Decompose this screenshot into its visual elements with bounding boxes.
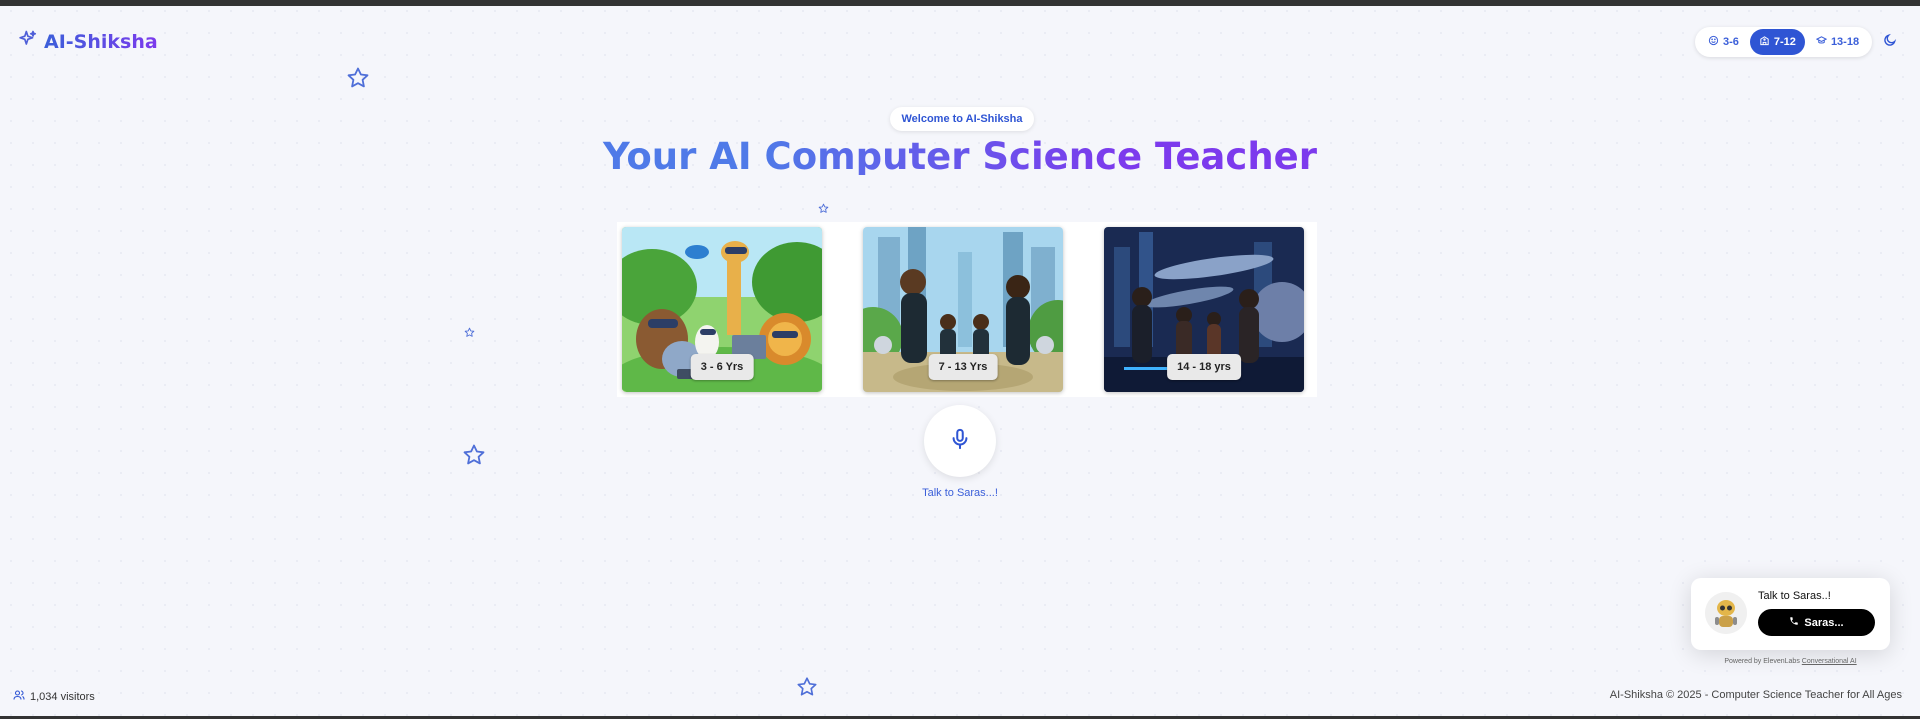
sparkles-icon (18, 29, 38, 54)
star-icon (462, 443, 486, 472)
age-filter-label: 13-18 (1830, 36, 1860, 48)
talk-mic-button[interactable] (924, 405, 996, 477)
star-icon (464, 325, 475, 343)
age-filter-label: 3-6 (1723, 36, 1739, 48)
star-icon (796, 676, 818, 703)
age-card-label: 7 - 13 Yrs (928, 354, 998, 380)
age-filter-13-18[interactable]: 13-18 (1807, 29, 1868, 55)
powered-prefix: Powered by ElevenLabs (1724, 658, 1800, 665)
powered-by: Powered by ElevenLabs Conversational AI (1691, 658, 1890, 665)
theme-toggle-button[interactable] (1880, 32, 1900, 52)
age-card-3-6[interactable]: 3 - 6 Yrs (622, 227, 822, 392)
users-icon (13, 689, 25, 704)
age-filter-3-6[interactable]: 3-6 (1699, 29, 1748, 55)
widget-title: Talk to Saras..! (1758, 590, 1831, 602)
saras-call-button[interactable]: Saras... (1758, 609, 1875, 636)
page-title: Your AI Computer Science Teacher (560, 138, 1360, 175)
smile-icon (1708, 35, 1719, 49)
age-card-label: 14 - 18 yrs (1167, 354, 1241, 380)
graduation-cap-icon (1815, 35, 1828, 49)
saras-widget: Talk to Saras..! Saras... (1691, 578, 1890, 650)
phone-icon (1789, 616, 1799, 629)
age-cards: 3 - 6 Yrs 7 - 13 Yrs 14 - 18 yrs (617, 222, 1317, 397)
saras-avatar (1705, 592, 1747, 634)
saras-call-label: Saras... (1804, 616, 1844, 629)
footer-copyright: AI-Shiksha © 2025 - Computer Science Tea… (1609, 689, 1902, 701)
mic-icon (949, 428, 971, 455)
star-icon (818, 201, 829, 219)
moon-icon (1883, 33, 1897, 52)
conversational-ai-link[interactable]: Conversational AI (1802, 658, 1857, 665)
age-group-switch: 3-6 7-12 13-18 (1695, 27, 1873, 57)
age-filter-7-12[interactable]: 7-12 (1749, 29, 1805, 55)
logo[interactable]: AI-Shiksha (18, 29, 158, 54)
age-card-7-13[interactable]: 7 - 13 Yrs (863, 227, 1063, 392)
star-icon (346, 66, 370, 95)
age-card-label: 3 - 6 Yrs (690, 354, 754, 380)
school-icon (1759, 35, 1770, 49)
mic-caption: Talk to Saras...! (922, 487, 998, 499)
age-card-14-18[interactable]: 14 - 18 yrs (1104, 227, 1304, 392)
window-top-bar (0, 0, 1920, 6)
age-filter-label: 7-12 (1773, 36, 1796, 48)
logo-text: AI-Shiksha (44, 30, 158, 53)
visitor-count-label: 1,034 visitors (30, 690, 95, 703)
visitor-count: 1,034 visitors (13, 689, 95, 704)
welcome-badge: Welcome to AI-Shiksha (890, 107, 1034, 131)
